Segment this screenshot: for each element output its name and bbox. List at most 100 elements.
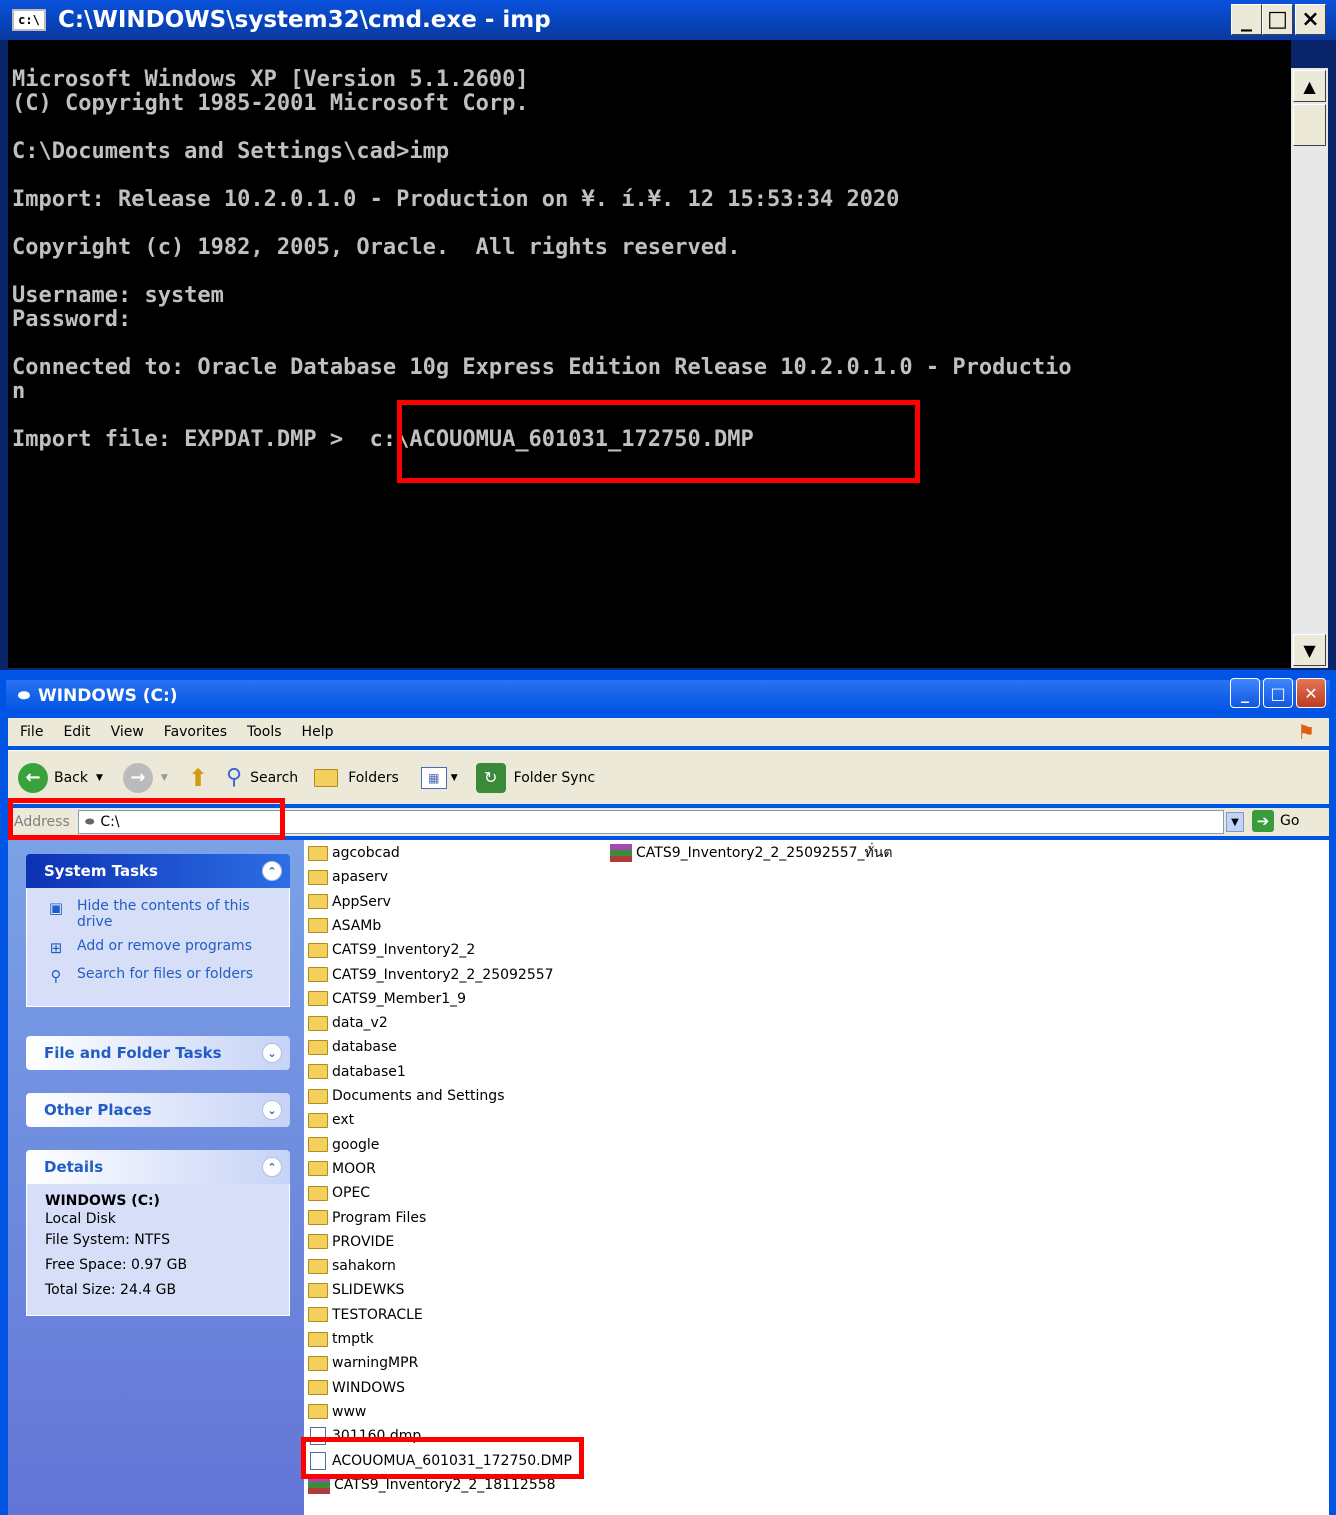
folder-icon <box>308 1210 328 1225</box>
folder-item[interactable]: TESTORACLE <box>308 1304 423 1326</box>
details-header[interactable]: Details ⌃ <box>26 1150 290 1184</box>
up-folder-icon: ⬆ <box>187 763 208 792</box>
folder-icon <box>308 1307 328 1323</box>
folder-item[interactable]: AppServ <box>308 891 391 913</box>
back-button[interactable]: ← Back ▼ <box>18 762 103 793</box>
folder-item[interactable]: Documents and Settings <box>308 1085 504 1107</box>
expand-icon[interactable]: ⌄ <box>262 1100 282 1120</box>
folder-item[interactable]: MOOR <box>308 1158 376 1180</box>
hide-drive-icon: ▣ <box>48 899 64 917</box>
forward-button[interactable]: → ▼ <box>113 762 168 793</box>
folder-icon <box>308 1161 328 1177</box>
folder-item[interactable]: CATS9_Member1_9 <box>308 988 466 1010</box>
minimize-button[interactable]: _ <box>1230 678 1260 708</box>
folder-icon <box>308 1185 328 1201</box>
folder-item[interactable]: WINDOWS <box>308 1377 405 1399</box>
folder-item[interactable]: Program Files <box>308 1207 426 1229</box>
close-button[interactable]: ✕ <box>1296 678 1326 708</box>
menu-tools[interactable]: Tools <box>247 724 282 740</box>
views-icon: ▦ <box>420 766 447 789</box>
maximize-button[interactable]: □ <box>1263 678 1293 708</box>
windows-logo-icon: ⚑ <box>1297 720 1315 744</box>
file-list: agcobcad apaserv AppServ ASAMb CATS9_Invento… <box>304 840 1329 1515</box>
folder-icon <box>308 1404 328 1420</box>
folder-item[interactable]: ASAMb <box>308 915 381 937</box>
cmd-titlebar[interactable]: c:\ C:\WINDOWS\system32\cmd.exe - imp <box>0 0 1336 40</box>
collapse-icon[interactable]: ⌃ <box>262 1157 282 1177</box>
folder-item[interactable]: apaserv <box>308 866 388 888</box>
folder-icon <box>308 942 328 958</box>
system-tasks-header[interactable]: System Tasks ⌃ <box>26 854 290 888</box>
address-dropdown-icon[interactable]: ▼ <box>1226 812 1244 832</box>
menu-file[interactable]: File <box>20 724 43 740</box>
task-add-remove[interactable]: ⊞ Add or remove programs <box>45 938 281 958</box>
file-item[interactable]: CATS9_Inventory2_2_25092557_ทั่นต <box>610 842 892 864</box>
scroll-down-icon[interactable]: ▼ <box>1293 634 1326 666</box>
folder-item[interactable]: warningMPR <box>308 1352 418 1374</box>
file-folder-tasks-header[interactable]: File and Folder Tasks ⌄ <box>26 1036 290 1070</box>
menu-favorites[interactable]: Favorites <box>164 724 227 740</box>
folder-item[interactable]: tmptk <box>308 1328 374 1350</box>
console-line: C:\Documents and Settings\cad>imp <box>12 139 450 164</box>
explorer-window: ⬬ WINDOWS (C:) _ □ ✕ File Edit View Favo… <box>0 670 1336 1515</box>
other-places-panel: Other Places ⌄ <box>26 1093 290 1127</box>
explorer-title: WINDOWS (C:) <box>37 686 178 706</box>
folder-item[interactable]: CATS9_Inventory2_2_25092557 <box>308 964 554 986</box>
chevron-down-icon[interactable]: ▼ <box>96 773 103 783</box>
highlight-address <box>8 798 285 840</box>
folder-item[interactable]: data_v2 <box>308 1012 388 1034</box>
scroll-thumb[interactable] <box>1293 104 1326 146</box>
folder-sync-button[interactable]: ↻ Folder Sync <box>475 762 595 793</box>
views-button[interactable]: ▦ ▼ <box>420 766 458 789</box>
folder-icon <box>308 1088 328 1104</box>
console-line: Microsoft Windows XP [Version 5.1.2600] <box>12 67 529 92</box>
console-scrollbar[interactable]: ▲ ▼ <box>1291 68 1328 668</box>
explorer-titlebar[interactable]: ⬬ WINDOWS (C:) <box>6 680 1330 712</box>
search-button[interactable]: ⚲ Search <box>226 765 298 790</box>
search-icon: ⚲ <box>225 765 243 790</box>
other-places-header[interactable]: Other Places ⌄ <box>26 1093 290 1127</box>
folder-item[interactable]: CATS9_Inventory2_2 <box>308 939 475 961</box>
up-folder-button[interactable]: ⬆ <box>178 764 208 792</box>
folder-item[interactable]: ext <box>308 1109 354 1131</box>
details-filesystem: File System: NTFS <box>45 1232 170 1248</box>
folders-button[interactable]: Folders <box>314 768 399 787</box>
folder-item[interactable]: sahakorn <box>308 1255 396 1277</box>
collapse-icon[interactable]: ⌃ <box>262 861 282 881</box>
folder-item[interactable]: SLIDEWKS <box>308 1279 404 1301</box>
menu-help[interactable]: Help <box>302 724 334 740</box>
console-line: Connected to: Oracle Database 10g Expres… <box>12 355 1072 380</box>
close-button[interactable]: × <box>1295 4 1326 35</box>
details-name: WINDOWS (C:) <box>45 1193 160 1209</box>
folder-item[interactable]: OPEC <box>308 1182 370 1204</box>
details-body: WINDOWS (C:) Local Disk File System: NTF… <box>26 1184 290 1316</box>
chevron-down-icon: ▼ <box>160 772 168 783</box>
expand-icon[interactable]: ⌄ <box>262 1043 282 1063</box>
details-total-size: Total Size: 24.4 GB <box>45 1282 177 1298</box>
go-button[interactable]: ➔ Go <box>1252 810 1299 832</box>
folder-item[interactable]: google <box>308 1134 379 1156</box>
folder-item[interactable]: PROVIDE <box>308 1231 394 1253</box>
scroll-up-icon[interactable]: ▲ <box>1293 70 1326 102</box>
menu-edit[interactable]: Edit <box>63 724 90 740</box>
console-output[interactable]: Microsoft Windows XP [Version 5.1.2600](… <box>8 40 1291 668</box>
console-line: Password: <box>12 307 132 332</box>
minimize-button[interactable]: _ <box>1231 4 1262 35</box>
folder-item[interactable]: database1 <box>308 1061 406 1083</box>
folder-item[interactable]: database <box>308 1036 397 1058</box>
folder-item[interactable]: www <box>308 1401 366 1423</box>
drive-icon: ⬬ <box>18 688 30 704</box>
folder-icon <box>308 1331 328 1347</box>
chevron-down-icon: ▼ <box>450 772 458 783</box>
folders-icon <box>314 768 339 787</box>
maximize-button[interactable]: □ <box>1262 4 1293 35</box>
menu-view[interactable]: View <box>111 724 144 740</box>
task-hide-contents[interactable]: ▣ Hide the contents of this drive <box>45 898 281 930</box>
task-search-files[interactable]: ⚲ Search for files or folders <box>45 966 281 986</box>
folder-item[interactable]: agcobcad <box>308 842 400 864</box>
cmd-icon: c:\ <box>12 9 46 31</box>
